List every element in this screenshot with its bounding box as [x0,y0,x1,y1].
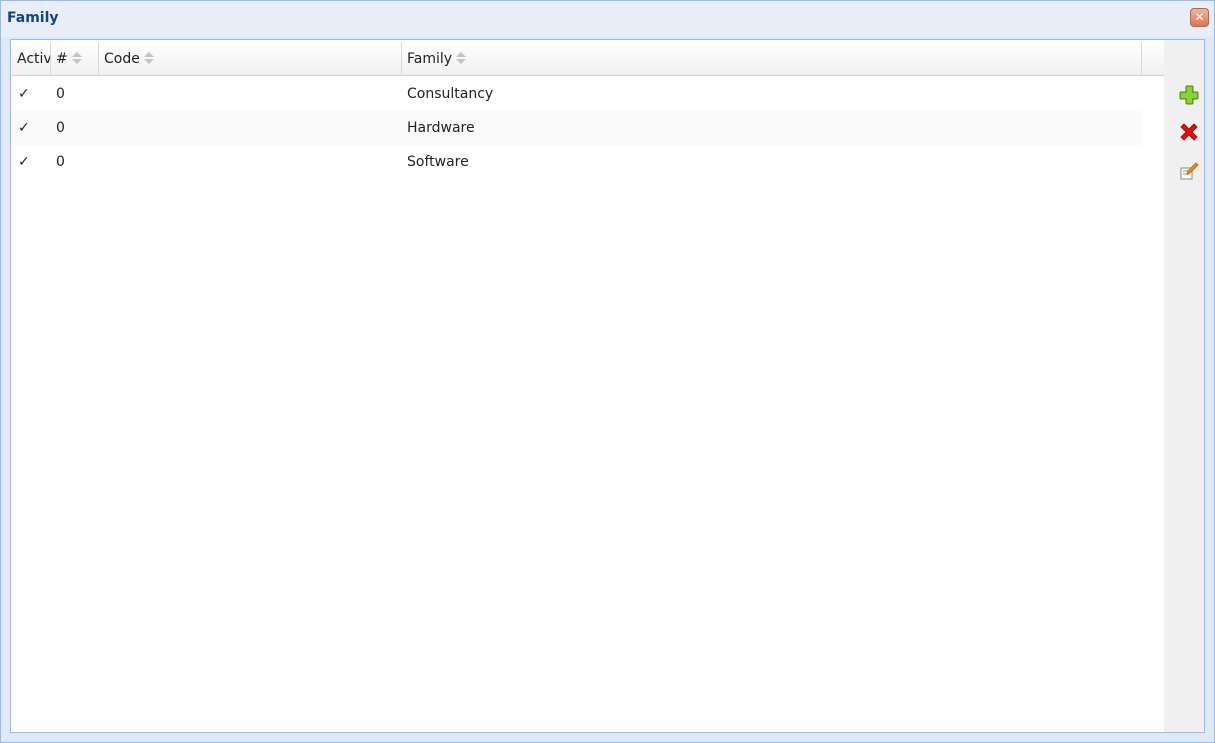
column-header-spacer [1142,42,1164,76]
family-grid: Activ # Code Family ✓ 0 Consultancy ✓ 0 … [12,42,1164,731]
column-header-number[interactable]: # [51,42,99,76]
row-family: Hardware [407,120,475,136]
window-body: Activ # Code Family ✓ 0 Consultancy ✓ 0 … [10,39,1205,733]
sort-icon [71,52,82,64]
add-button[interactable] [1178,84,1200,106]
active-check: ✓ [18,120,30,136]
row-number: 0 [56,154,65,170]
table-row[interactable]: ✓ 0 Hardware [12,111,1142,145]
grid-header: Activ # Code Family [12,42,1164,76]
row-number: 0 [56,120,65,136]
table-row[interactable]: ✓ 0 Software [12,145,1142,179]
edit-icon [1180,162,1199,180]
column-header-label: # [56,51,68,67]
close-icon: ✕ [1194,10,1205,24]
column-header-label: Code [104,51,140,67]
delete-button[interactable] [1178,121,1200,143]
edit-button[interactable] [1178,160,1200,182]
row-number: 0 [56,86,65,102]
sort-icon [143,52,154,64]
column-header-family[interactable]: Family [402,42,1142,76]
window-titlebar: Family ✕ [1,1,1214,37]
close-button[interactable]: ✕ [1190,8,1209,27]
active-check: ✓ [18,154,30,170]
column-header-active[interactable]: Activ [12,42,51,76]
column-header-label: Activ [17,51,51,67]
column-header-label: Family [407,51,453,67]
side-toolbar [1164,40,1204,732]
active-check: ✓ [18,86,30,102]
plus-icon [1179,85,1199,105]
window-title: Family [7,10,59,26]
row-family: Consultancy [407,86,494,102]
row-family: Software [407,154,469,170]
sort-icon [456,52,467,64]
family-window: Family ✕ Activ # Code Family ✓ 0 Consult… [0,0,1215,743]
delete-x-icon [1180,123,1198,141]
column-header-code[interactable]: Code [99,42,402,76]
table-row[interactable]: ✓ 0 Consultancy [12,77,1142,111]
